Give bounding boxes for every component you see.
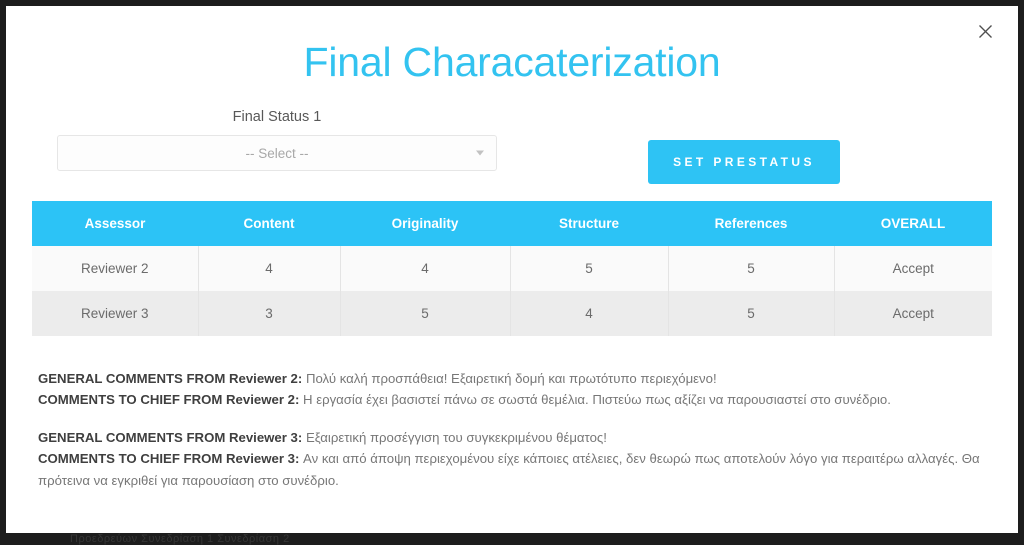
chevron-down-icon [476,150,484,156]
column-header-originality: Originality [340,201,510,246]
cell-originality: 4 [339,246,511,291]
general-comments-line: GENERAL COMMENTS FROM Reviewer 3: Εξαιρε… [38,427,986,448]
close-modal-button[interactable] [972,18,998,44]
cell-overall: Accept [833,291,992,336]
chief-comments-label: COMMENTS TO CHIEF FROM Reviewer 2: [38,392,300,408]
column-header-references: References [668,201,834,246]
page-title: Final Characaterization [303,39,721,85]
table-header-row: Assessor Content Originality Structure R… [32,201,992,246]
chief-comments-line: COMMENTS TO CHIEF FROM Reviewer 3: Αν κα… [38,448,986,491]
cell-references: 5 [667,246,835,291]
cell-references: 5 [667,291,835,336]
table-header: Assessor Content Originality Structure R… [32,201,992,246]
cell-assessor: Reviewer 3 [32,291,199,336]
chief-comments-line: COMMENTS TO CHIEF FROM Reviewer 2: Η εργ… [38,389,986,410]
general-comments-label: GENERAL COMMENTS FROM Reviewer 2: [38,371,303,386]
reviewer-comment-block: GENERAL COMMENTS FROM Reviewer 3: Εξαιρε… [38,427,986,491]
assessment-scores-table: Assessor Content Originality Structure R… [32,201,992,336]
cell-content: 4 [197,246,341,291]
final-status-group: Final Status 1 -- Select -- [57,109,497,171]
column-header-content: Content [198,201,340,246]
cell-originality: 5 [339,291,511,336]
reviewer-comments-section: GENERAL COMMENTS FROM Reviewer 2: Πολύ κ… [38,368,986,491]
column-header-overall: OVERALL [834,201,992,246]
chief-comments-label: COMMENTS TO CHIEF FROM Reviewer 3: [38,451,300,467]
close-icon [978,24,993,39]
general-comments-label: GENERAL COMMENTS FROM Reviewer 3: [38,429,303,445]
general-comments-line: GENERAL COMMENTS FROM Reviewer 2: Πολύ κ… [38,368,986,389]
table-row: Reviewer 3 3 5 4 5 Accept [32,291,992,336]
reviewer-comment-block: GENERAL COMMENTS FROM Reviewer 2: Πολύ κ… [38,368,986,411]
column-header-structure: Structure [510,201,668,246]
set-prestatus-button[interactable]: SET PRESTATUS [648,140,840,184]
table-body: Reviewer 2 4 4 5 5 Accept Reviewer 3 3 5… [32,246,992,336]
chief-comments-text: Η εργασία έχει βασιστεί πάνω σε σωστά θε… [299,392,891,408]
cell-structure: 5 [509,246,669,291]
cell-assessor: Reviewer 2 [32,246,199,291]
cell-content: 3 [197,291,341,336]
table-row: Reviewer 2 4 4 5 5 Accept [32,246,992,291]
prestatus-form-row: Final Status 1 -- Select -- SET PRESTATU… [6,109,1018,184]
final-status-label: Final Status 1 [232,109,322,125]
final-status-select[interactable]: -- Select -- [57,135,497,171]
final-status-selected-value: -- Select -- [245,145,309,161]
general-comments-text: Εξαιρετική προσέγγιση του συγκεκριμένου … [302,429,607,445]
final-characterization-modal: Final Characaterization Final Status 1 -… [6,6,1018,533]
column-header-assessor: Assessor [32,201,198,246]
cell-structure: 4 [509,291,669,336]
background-page-text: Προεδρεύων Συνεδρίαση 1 Συνεδρίαση 2 [70,533,290,545]
general-comments-text: Πολύ καλή προσπάθεια! Εξαιρετική δομή κα… [302,371,717,386]
cell-overall: Accept [833,246,992,291]
